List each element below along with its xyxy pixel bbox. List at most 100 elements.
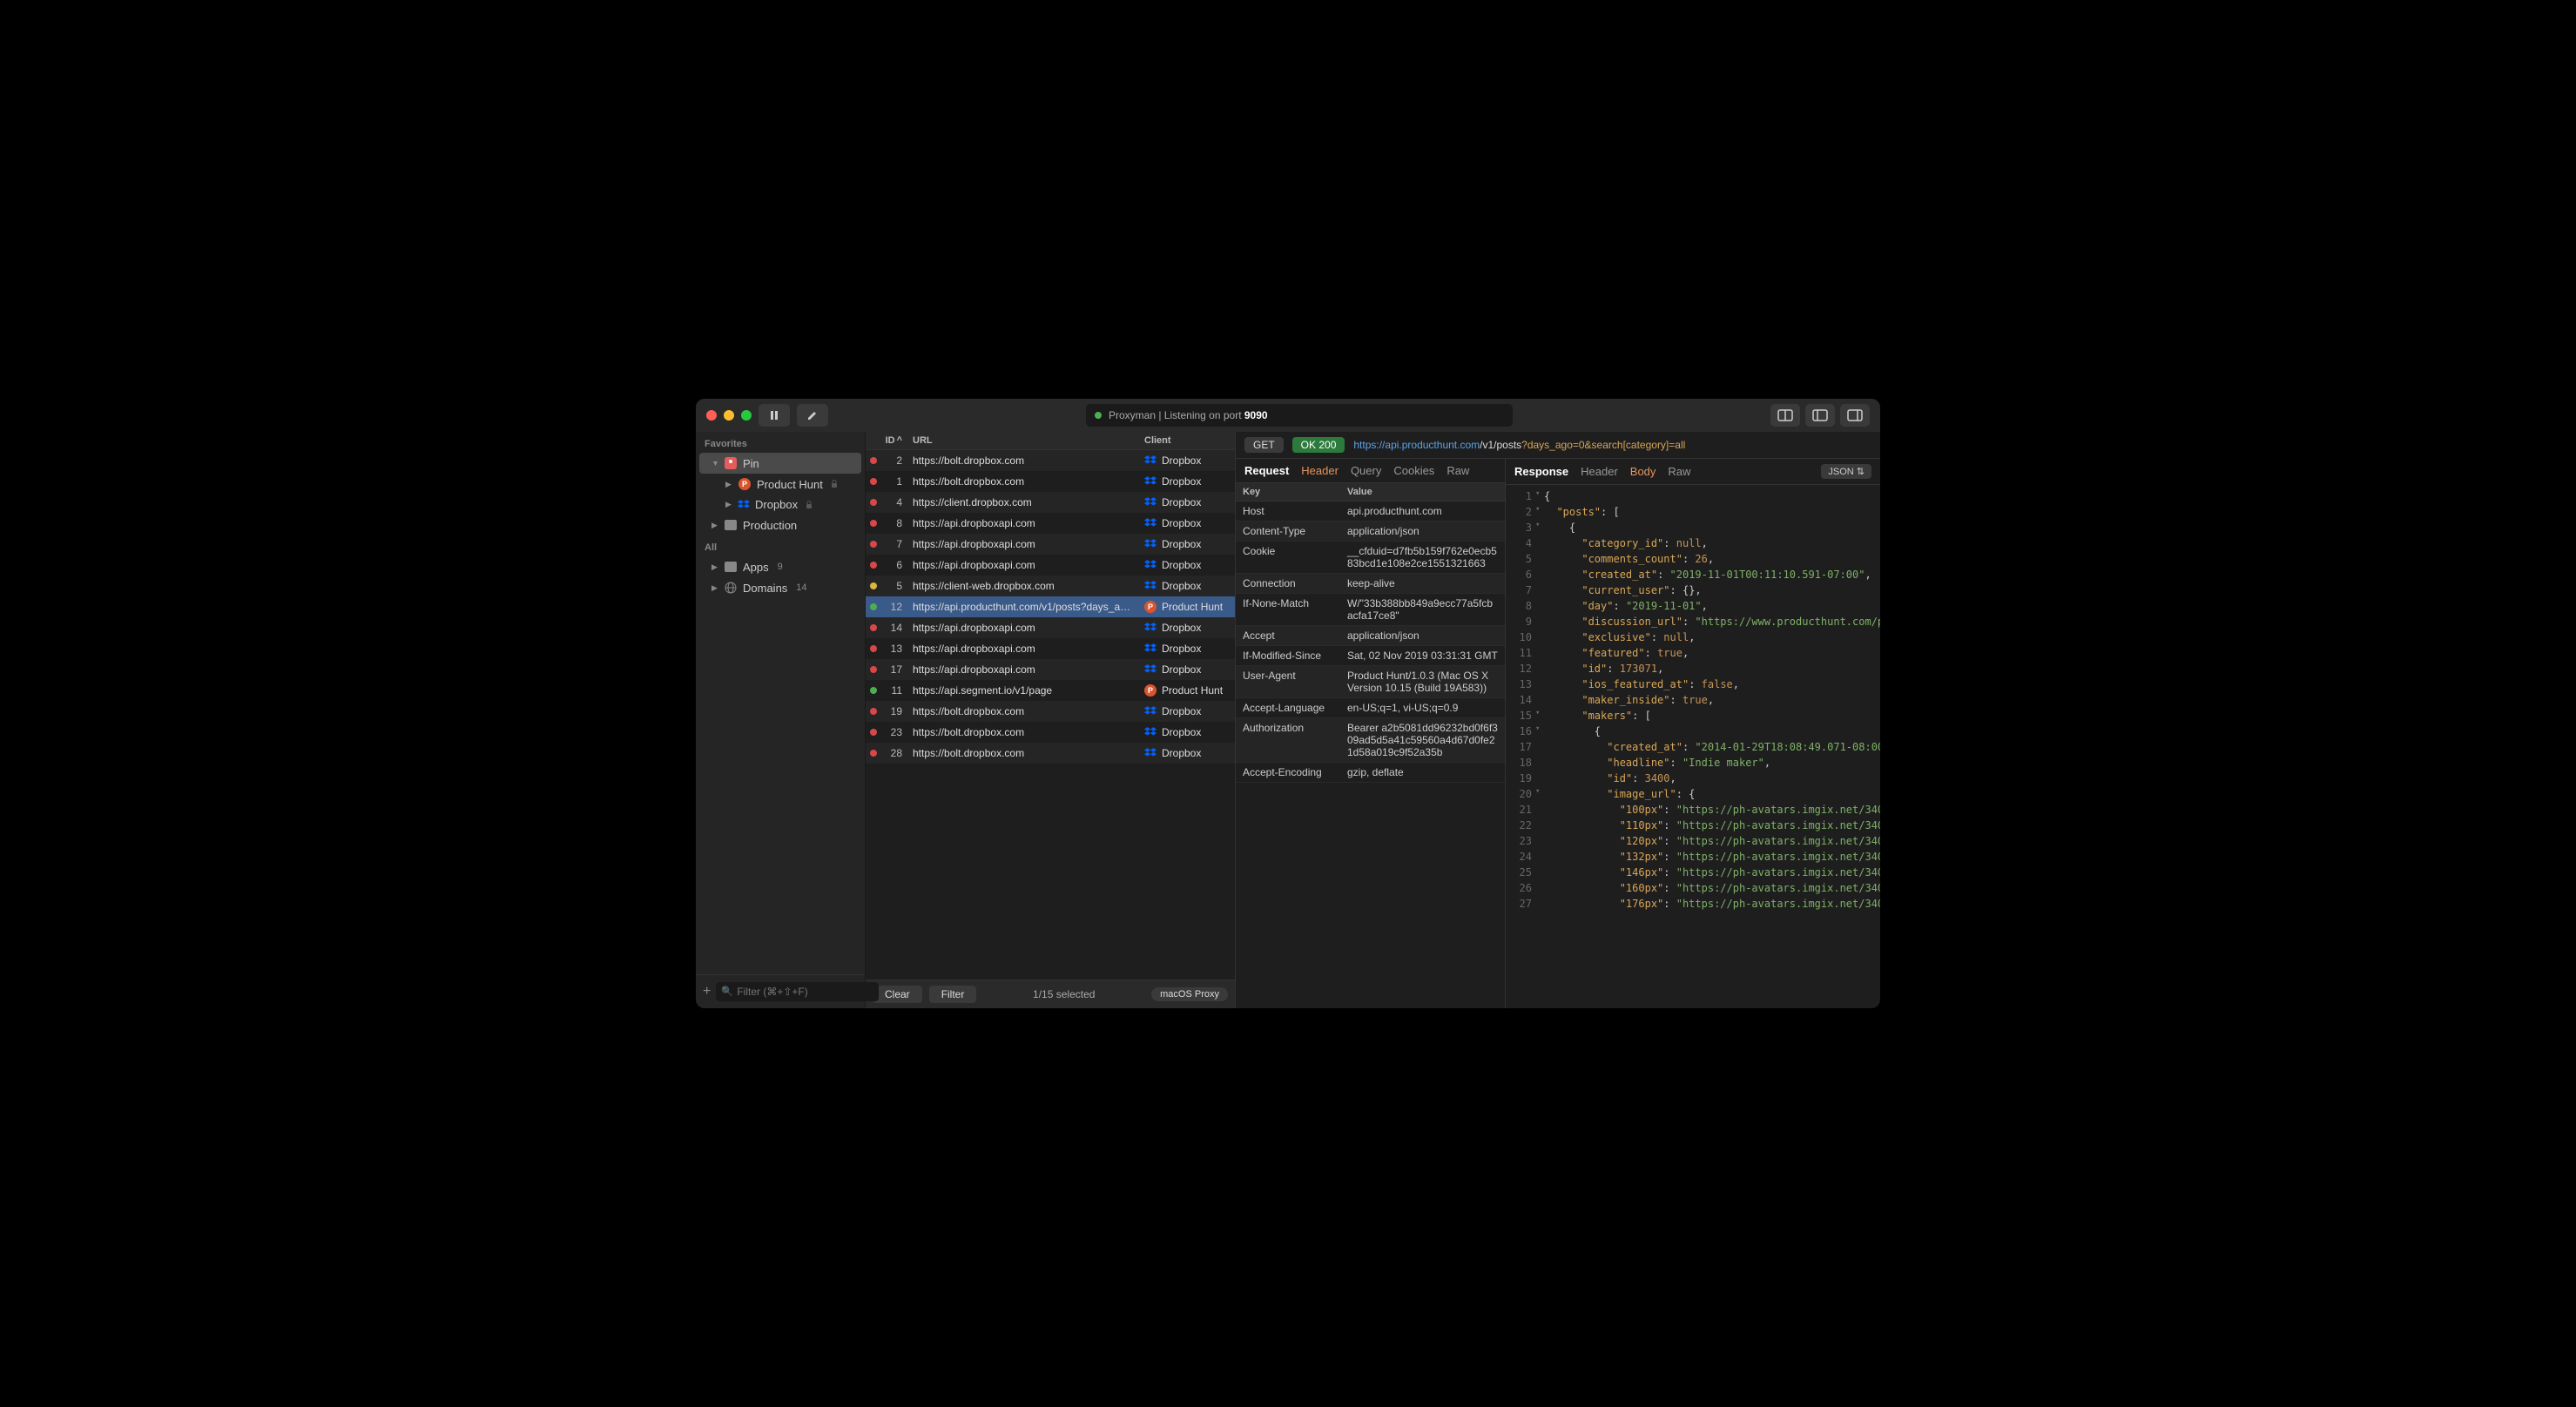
pin-icon <box>724 456 738 470</box>
compose-button[interactable] <box>797 404 828 427</box>
column-id[interactable]: ID ^ <box>881 432 907 449</box>
tab-cookies[interactable]: Cookies <box>1393 464 1434 477</box>
close-window-button[interactable] <box>706 410 717 421</box>
sidebar-item-label: Production <box>743 519 797 532</box>
fold-toggle-icon <box>1535 629 1544 645</box>
column-client[interactable]: Client <box>1139 432 1235 449</box>
header-row[interactable]: AuthorizationBearer a2b5081dd96232bd0f6f… <box>1236 718 1505 763</box>
sidebar-item-production[interactable]: ▶ Production <box>696 515 865 535</box>
flow-row[interactable]: 13https://api.dropboxapi.comDropbox <box>866 638 1235 659</box>
tab-header[interactable]: Header <box>1301 464 1339 477</box>
line-number: 6 <box>1506 567 1535 582</box>
detail-split: Request Header Query Cookies Raw Key Val… <box>1236 459 1880 1008</box>
header-row[interactable]: Hostapi.producthunt.com <box>1236 502 1505 522</box>
flow-row[interactable]: 4https://client.dropbox.comDropbox <box>866 492 1235 513</box>
tab-body[interactable]: Body <box>1630 465 1656 478</box>
fold-toggle-icon[interactable]: ▾ <box>1535 488 1544 504</box>
flow-row[interactable]: 6https://api.dropboxapi.comDropbox <box>866 555 1235 576</box>
dropbox-icon <box>1144 475 1157 488</box>
fold-toggle-icon[interactable]: ▾ <box>1535 724 1544 739</box>
filter-button[interactable]: Filter <box>929 986 977 1003</box>
flow-row[interactable]: 5https://client-web.dropbox.comDropbox <box>866 576 1235 596</box>
flow-row[interactable]: 28https://bolt.dropbox.comDropbox <box>866 743 1235 764</box>
flow-id: 8 <box>881 517 907 529</box>
layout-right-button[interactable] <box>1840 404 1870 427</box>
tab-header[interactable]: Header <box>1581 465 1618 478</box>
sidebar-item-domains[interactable]: ▶ Domains 14 <box>696 577 865 598</box>
fullscreen-window-button[interactable] <box>741 410 752 421</box>
flow-row[interactable]: 12https://api.producthunt.com/v1/posts?d… <box>866 596 1235 617</box>
flow-row[interactable]: 23https://bolt.dropbox.comDropbox <box>866 722 1235 743</box>
column-key: Key <box>1236 483 1340 501</box>
flow-row[interactable]: 8https://api.dropboxapi.comDropbox <box>866 513 1235 534</box>
flow-id: 2 <box>881 454 907 467</box>
line-number: 16 <box>1506 724 1535 739</box>
clear-button[interactable]: Clear <box>873 986 922 1003</box>
tab-query[interactable]: Query <box>1351 464 1381 477</box>
flow-id: 4 <box>881 496 907 508</box>
flow-row[interactable]: 11https://api.segment.io/v1/pagePProduct… <box>866 680 1235 701</box>
json-line: 6 "created_at": "2019-11-01T00:11:10.591… <box>1506 567 1880 582</box>
line-number: 13 <box>1506 677 1535 692</box>
flow-row[interactable]: 1https://bolt.dropbox.comDropbox <box>866 471 1235 492</box>
flow-row[interactable]: 7https://api.dropboxapi.comDropbox <box>866 534 1235 555</box>
flow-row[interactable]: 14https://api.dropboxapi.comDropbox <box>866 617 1235 638</box>
product-hunt-icon: P <box>1144 601 1157 613</box>
proxy-badge[interactable]: macOS Proxy <box>1151 987 1228 1001</box>
header-key: Content-Type <box>1236 522 1340 541</box>
fold-toggle-icon <box>1535 818 1544 833</box>
header-row[interactable]: Content-Typeapplication/json <box>1236 522 1505 542</box>
header-key: Host <box>1236 502 1340 521</box>
lock-icon <box>805 501 813 509</box>
flow-url: https://api.dropboxapi.com <box>907 559 1139 571</box>
line-number: 4 <box>1506 535 1535 551</box>
fold-toggle-icon[interactable]: ▾ <box>1535 786 1544 802</box>
tab-raw[interactable]: Raw <box>1446 464 1469 477</box>
flow-row[interactable]: 2https://bolt.dropbox.comDropbox <box>866 450 1235 471</box>
header-row[interactable]: If-Modified-SinceSat, 02 Nov 2019 03:31:… <box>1236 646 1505 666</box>
dropbox-icon <box>738 499 750 511</box>
filter-input[interactable] <box>716 982 879 1001</box>
layout-vertical-button[interactable] <box>1770 404 1800 427</box>
fold-toggle-icon[interactable]: ▾ <box>1535 504 1544 520</box>
header-row[interactable]: Accept-Languageen-US;q=1, vi-US;q=0.9 <box>1236 698 1505 718</box>
sidebar-item-dropbox[interactable]: ▶ Dropbox <box>696 495 865 515</box>
header-row[interactable]: Cookie__cfduid=d7fb5b159f762e0ecb583bcd1… <box>1236 542 1505 574</box>
header-row[interactable]: If-None-MatchW/"33b388bb849a9ecc77a5fcba… <box>1236 594 1505 626</box>
sidebar-item-apps[interactable]: ▶ Apps 9 <box>696 556 865 577</box>
fold-toggle-icon[interactable]: ▾ <box>1535 520 1544 535</box>
json-viewer[interactable]: 1▾{2▾ "posts": [3▾ {4 "category_id": nul… <box>1506 485 1880 1008</box>
sidebar-item-product-hunt[interactable]: ▶ P Product Hunt <box>696 474 865 495</box>
line-number: 20 <box>1506 786 1535 802</box>
fold-toggle-icon[interactable]: ▾ <box>1535 708 1544 724</box>
flow-row[interactable]: 19https://bolt.dropbox.comDropbox <box>866 701 1235 722</box>
sidebar-item-pin[interactable]: ▼ Pin <box>699 453 861 474</box>
flow-client: Dropbox <box>1139 705 1235 717</box>
layout-left-button[interactable] <box>1805 404 1835 427</box>
header-row[interactable]: Connectionkeep-alive <box>1236 574 1505 594</box>
flow-table-header: ID ^ URL Client <box>866 432 1235 450</box>
line-number: 7 <box>1506 582 1535 598</box>
header-row[interactable]: User-AgentProduct Hunt/1.0.3 (Mac OS X V… <box>1236 666 1505 698</box>
flow-id: 17 <box>881 663 907 676</box>
dropbox-icon <box>1144 747 1157 759</box>
line-number: 15 <box>1506 708 1535 724</box>
header-row[interactable]: Acceptapplication/json <box>1236 626 1505 646</box>
format-select[interactable]: JSON ⇅ <box>1821 464 1871 479</box>
header-key: User-Agent <box>1236 666 1340 697</box>
flow-client: Dropbox <box>1139 475 1235 488</box>
flow-url: https://api.dropboxapi.com <box>907 622 1139 634</box>
minimize-window-button[interactable] <box>724 410 734 421</box>
tab-raw[interactable]: Raw <box>1668 465 1690 478</box>
pause-button[interactable] <box>759 404 790 427</box>
header-key: If-Modified-Since <box>1236 646 1340 665</box>
column-url[interactable]: URL <box>907 432 1139 449</box>
flow-row[interactable]: 17https://api.dropboxapi.comDropbox <box>866 659 1235 680</box>
json-line: 5 "comments_count": 26, <box>1506 551 1880 567</box>
header-row[interactable]: Accept-Encodinggzip, deflate <box>1236 763 1505 783</box>
status-dot-icon <box>870 603 877 610</box>
line-number: 21 <box>1506 802 1535 818</box>
line-number: 9 <box>1506 614 1535 629</box>
status-dot-icon <box>870 708 877 715</box>
add-button[interactable]: + <box>703 983 711 1000</box>
